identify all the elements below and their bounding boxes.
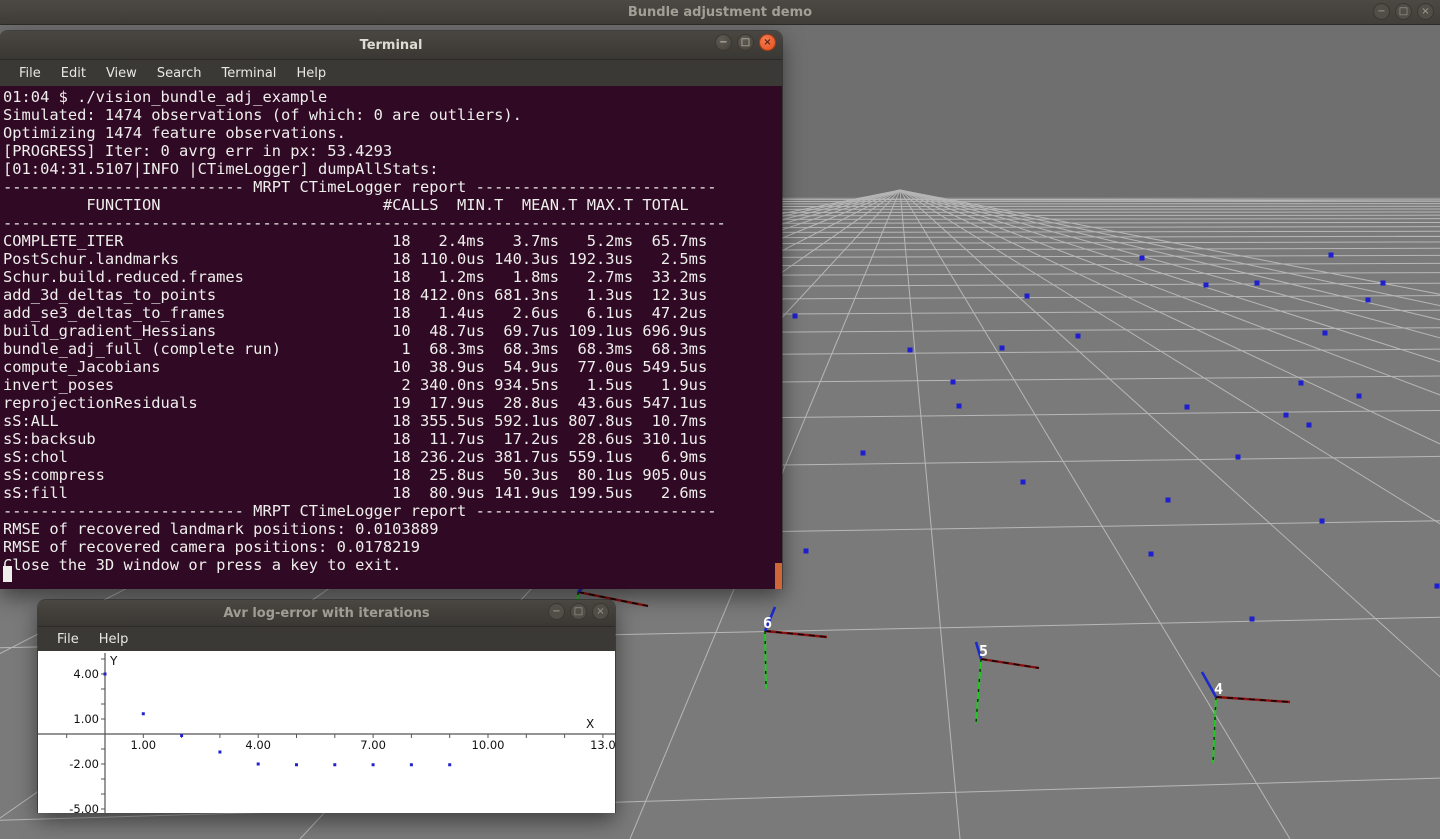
landmark-point [1250,617,1255,622]
y-tick-label: -5.00 [69,802,99,813]
landmark-point [1307,423,1312,428]
x-axis-label: X [586,717,594,731]
terminal-title: Terminal [360,38,423,53]
scatter-point [410,763,413,766]
scatter-point [448,763,451,766]
x-tick-label: 10.00 [472,738,505,752]
landmark-point [1381,281,1386,286]
landmark-point [1025,294,1030,299]
terminal-menu-view[interactable]: View [97,63,146,84]
landmark-point [1299,381,1304,386]
landmark-point [1320,519,1325,524]
terminal-menu-search[interactable]: Search [148,63,211,84]
landmark-point [1323,331,1328,336]
landmark-point [861,451,866,456]
terminal-body[interactable]: 01:04 $ ./vision_bundle_adj_example Simu… [0,86,782,589]
close-icon: × [596,607,604,617]
landmark-point [804,549,809,554]
landmark-point [951,380,956,385]
landmark-point [1166,498,1171,503]
scatter-point [295,763,298,766]
main-window-controls: − □ × [1373,3,1434,20]
terminal-titlebar[interactable]: Terminal − □ × [0,31,782,60]
landmark-point [1204,283,1209,288]
landmark-point [1021,480,1026,485]
terminal-menu-edit[interactable]: Edit [52,63,95,84]
terminal-menubar: FileEditViewSearchTerminalHelp [0,60,782,86]
plot-minimize-button[interactable]: − [548,603,565,620]
error-scatter-chart: 1.00 4.00 7.00 10.00 13.0 4.00 1.00 -2.00 -5.00 X… [38,651,615,813]
landmark-point [1329,253,1334,258]
plot-canvas[interactable]: 1.00 4.00 7.00 10.00 13.0 4.00 1.00 -2.00 -5.00 X… [38,651,615,813]
plot-close-button[interactable]: × [592,603,609,620]
main-maximize-button[interactable]: □ [1395,3,1412,20]
terminal-maximize-button[interactable]: □ [737,34,754,51]
maximize-icon: □ [741,38,750,48]
scatter-point [257,763,260,766]
main-close-button[interactable]: × [1417,3,1434,20]
plot-menubar: FileHelp [38,627,615,651]
main-minimize-button[interactable]: − [1373,3,1390,20]
terminal-output: 01:04 $ ./vision_bundle_adj_example Simu… [0,86,782,574]
terminal-cursor [3,566,12,582]
landmark-point [1149,552,1154,557]
terminal-close-button[interactable]: × [759,34,776,51]
y-tick-label: 4.00 [73,667,99,681]
scatter-point [218,751,221,754]
landmark-point [1284,413,1289,418]
plot-window: Avr log-error with iterations − □ × File… [38,600,615,812]
landmark-point [957,404,962,409]
landmark-point [1357,394,1362,399]
plot-titlebar[interactable]: Avr log-error with iterations − □ × [38,600,615,627]
landmark-point [1236,455,1241,460]
terminal-menu-file[interactable]: File [10,63,50,84]
y-axis-label: Y [109,654,118,668]
x-tick-label: 7.00 [360,738,386,752]
scatter-point [372,763,375,766]
landmark-point [1000,346,1005,351]
scatter-point [333,763,336,766]
close-icon: × [763,38,771,48]
landmark-point [1255,281,1260,286]
scatter-point [180,734,183,737]
close-icon: × [1421,7,1429,17]
landmark-point [1140,256,1145,261]
landmark-point [1185,405,1190,410]
x-tick-label: 4.00 [245,738,271,752]
x-tick-label: 1.00 [130,738,156,752]
maximize-icon: □ [1399,7,1408,17]
camera-label: 6 [763,614,772,632]
landmark-point [908,348,913,353]
plot-menu-help[interactable]: Help [90,629,138,650]
minimize-icon: − [1377,7,1385,17]
maximize-icon: □ [574,607,583,617]
x-tick-label: 13.0 [590,738,615,752]
landmark-point [1366,298,1371,303]
scatter-point [104,673,107,676]
minimize-icon: − [719,38,727,48]
camera-label: 4 [1214,680,1223,698]
plot-maximize-button[interactable]: □ [570,603,587,620]
terminal-scrollbar-thumb[interactable] [775,563,782,589]
plot-title: Avr log-error with iterations [223,606,429,621]
plot-menu-file[interactable]: File [48,629,88,650]
minimize-icon: − [552,607,560,617]
landmark-point [793,314,798,319]
terminal-minimize-button[interactable]: − [715,34,732,51]
camera-label: 5 [979,642,988,660]
y-tick-label: 1.00 [73,712,99,726]
y-tick-label: -2.00 [69,757,99,771]
landmark-point [1076,334,1081,339]
scatter-point [142,712,145,715]
terminal-menu-terminal[interactable]: Terminal [212,63,285,84]
landmark-point [1435,584,1440,589]
main-window-title: Bundle adjustment demo [628,5,812,20]
terminal-window: Terminal − □ × FileEditViewSearchTermina… [0,31,782,588]
main-window-titlebar[interactable]: Bundle adjustment demo − □ × [0,0,1440,25]
terminal-menu-help[interactable]: Help [287,63,335,84]
